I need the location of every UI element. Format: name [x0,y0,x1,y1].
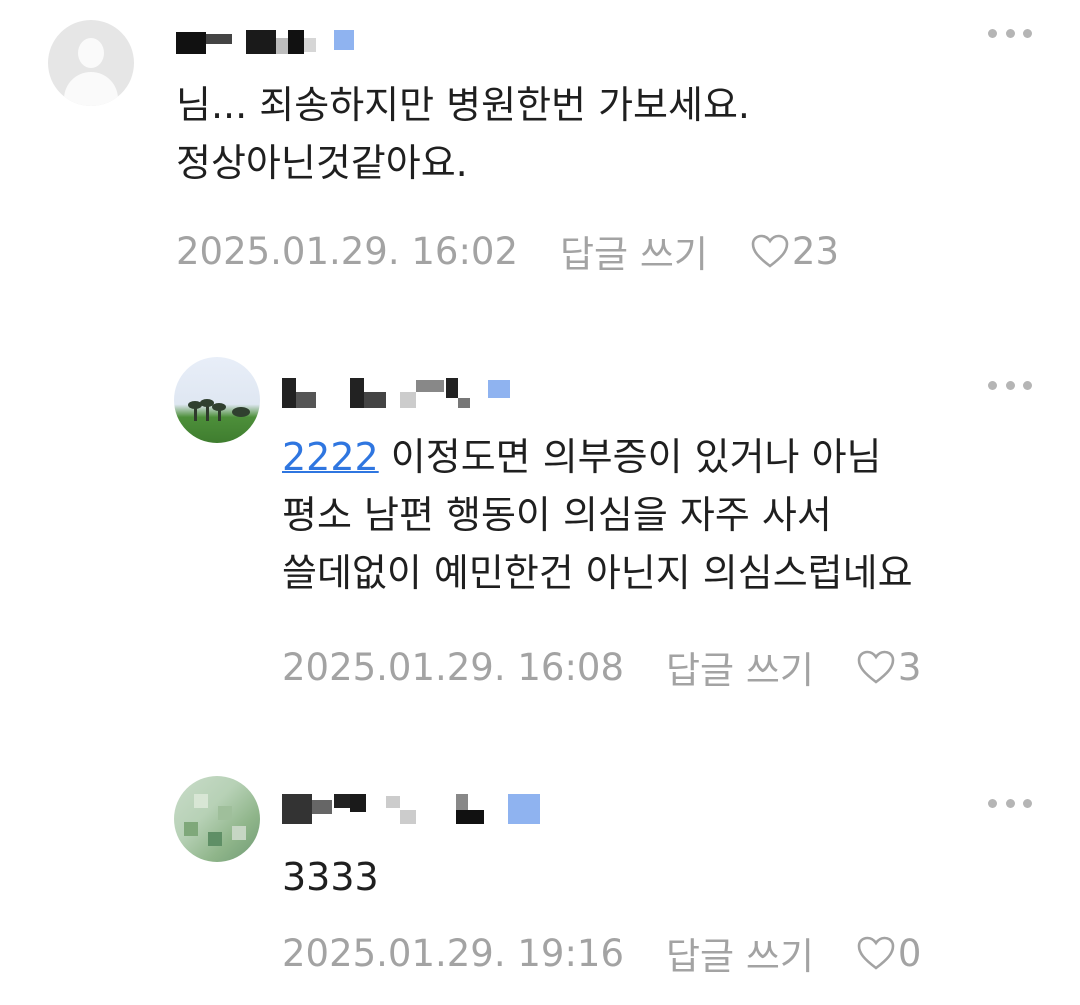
comment-meta: 2025.01.29. 16:02 답글 쓰기 23 [176,224,839,278]
username-redacted[interactable] [176,24,376,54]
username-redacted[interactable] [282,378,562,408]
like-count: 23 [791,229,840,273]
like-button[interactable]: 23 [750,230,839,273]
mention-link[interactable]: 2222 [282,435,379,479]
comment-meta: 2025.01.29. 16:08 답글 쓰기 3 [282,640,921,694]
reply-button[interactable]: 답글 쓰기 [666,640,814,694]
user-badge-icon [488,380,510,398]
reply-button[interactable]: 답글 쓰기 [560,224,708,278]
avatar-head-shape [78,38,104,68]
user-avatar[interactable] [174,357,260,443]
like-button[interactable]: 0 [856,931,922,975]
more-options-button[interactable] [988,380,1032,390]
heart-outline-icon [857,650,895,684]
more-options-button[interactable] [988,798,1032,808]
user-badge-icon [508,794,540,824]
more-options-button[interactable] [988,28,1032,38]
comment-text: 2222 이정도면 의부증이 있거나 아님 평소 남편 행동이 의심을 자주 사… [282,428,1042,602]
more-dots-icon [988,380,997,390]
reply-button[interactable]: 답글 쓰기 [666,926,814,980]
comment-text: 님... 죄송하지만 병원한번 가보세요. 정상아닌것같아요. [176,83,750,185]
heart-outline-icon [751,234,789,268]
comment-date: 2025.01.29. 16:08 [282,645,624,689]
more-dots-icon [988,28,997,38]
user-avatar[interactable] [174,776,260,862]
comment-date: 2025.01.29. 19:16 [282,931,624,975]
like-button[interactable]: 3 [856,645,922,689]
like-count: 3 [897,645,922,689]
default-avatar[interactable] [48,20,134,106]
comment-text: 3333 [282,855,379,899]
user-badge-icon [334,30,354,50]
heart-outline-icon [857,936,895,970]
more-dots-icon [988,798,997,808]
comment-meta: 2025.01.29. 19:16 답글 쓰기 0 [282,926,921,980]
username-redacted[interactable] [282,794,552,824]
comment-date: 2025.01.29. 16:02 [176,229,518,273]
like-count: 0 [897,931,922,975]
avatar-body-shape [64,72,118,106]
